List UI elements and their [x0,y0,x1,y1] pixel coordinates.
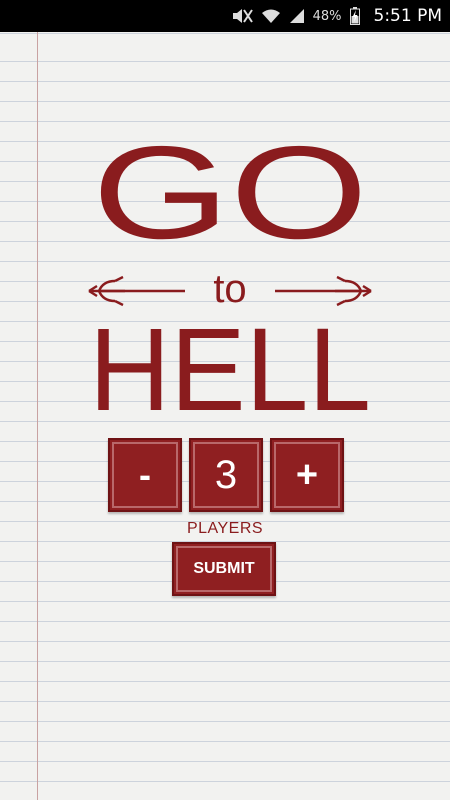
go-to-hell-logo: GO to HELL [88,130,372,420]
battery-percent: 48% [312,8,342,24]
decrement-label: - [139,454,151,495]
logo-hell: HELL [89,304,371,420]
player-count-value: 3 [214,452,238,497]
margin-line [37,32,38,800]
status-bar: 48% 5:51 PM [0,0,450,32]
pitchfork-right-icon [275,275,372,307]
pitchfork-left-icon [88,275,185,307]
increment-label: + [295,453,319,496]
logo-go: GO [92,130,368,266]
submit-label: SUBMIT [193,560,255,577]
player-count-display: 3 [189,438,263,512]
signal-icon [289,0,305,32]
increment-players-button[interactable]: + [270,438,344,512]
clock: 5:51 PM [373,6,443,26]
mute-icon [231,0,253,32]
battery-charging-icon [349,0,360,32]
wifi-icon [261,0,281,32]
submit-button[interactable]: SUBMIT [172,542,276,596]
decrement-players-button[interactable]: - [108,438,182,512]
players-caption: PLAYERS [186,520,264,537]
